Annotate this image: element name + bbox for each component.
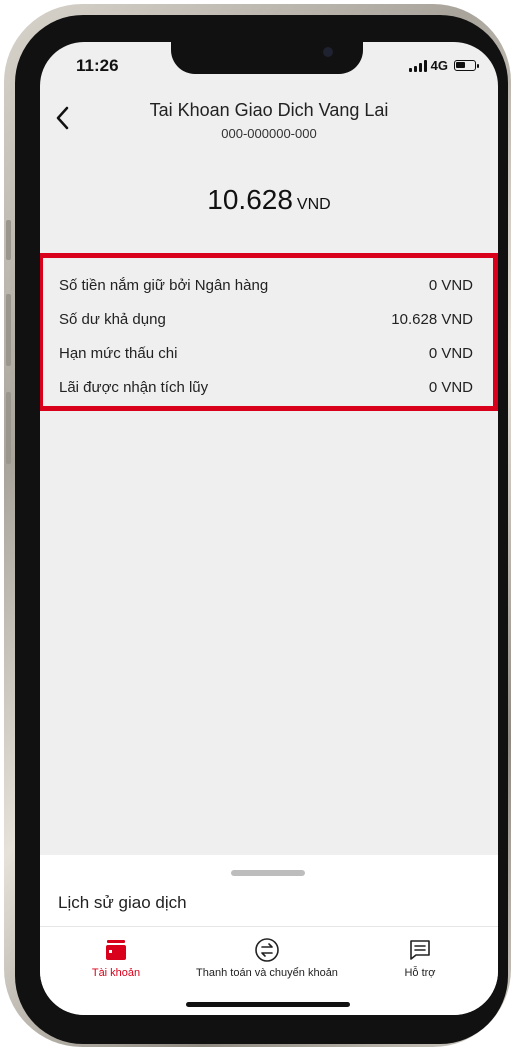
sheet-drag-handle[interactable] [231,870,305,876]
bottom-tab-bar: Tài khoản Thanh toán và chuyển khoản Hỗ … [40,927,498,987]
status-indicators: 4G [408,58,479,73]
signal-icon [408,59,427,72]
detail-label: Lãi được nhận tích lũy [59,378,209,396]
notch [171,42,363,74]
detail-row: Số tiền nắm giữ bởi Ngân hàng 0 VND [59,274,473,296]
detail-row: Lãi được nhận tích lũy 0 VND [59,376,473,398]
transaction-history-title[interactable]: Lịch sử giao dịch [58,893,187,913]
tab-support[interactable]: Hỗ trợ [378,927,462,987]
transaction-history-sheet[interactable]: Lịch sử giao dịch Tài khoản Thanh toán v… [40,855,498,1015]
detail-value: 0 VND [428,344,473,362]
chat-icon [408,935,432,965]
transfer-icon [254,935,280,965]
page-title: Tai Khoan Giao Dich Vang Lai [149,100,389,120]
account-number: 000-000000-000 [221,126,317,141]
tab-accounts-label: Tài khoản [91,967,141,979]
detail-label: Số tiền nắm giữ bởi Ngân hàng [59,276,269,294]
balance-display: 10.628 VND [40,184,498,216]
tab-support-label: Hỗ trợ [404,967,436,979]
network-type: 4G [430,58,448,73]
detail-value: 10.628 VND [391,310,473,328]
camera-icon [323,47,333,57]
detail-label: Hạn mức thấu chi [59,344,178,362]
detail-value: 0 VND [428,276,473,294]
account-details-box: Số tiền nắm giữ bởi Ngân hàng 0 VND Số d… [40,253,498,411]
app-screen: 11:26 4G Tai Khoan Giao Dich Vang Lai 00… [40,42,498,1015]
volume-up-button [6,294,11,366]
status-time: 11:26 [76,56,119,75]
tab-payments-transfers-label: Thanh toán và chuyển khoản [196,967,338,979]
balance-amount: 10.628 [207,184,293,215]
detail-row: Số dư khả dụng 10.628 VND [59,308,473,330]
wallet-icon [104,935,128,965]
tab-payments-transfers[interactable]: Thanh toán và chuyển khoản [192,927,342,987]
volume-down-button [6,392,11,464]
detail-row: Hạn mức thấu chi 0 VND [59,342,473,364]
detail-value: 0 VND [428,378,473,396]
status-bar: 11:26 4G [40,42,498,92]
tab-accounts[interactable]: Tài khoản [70,927,162,987]
battery-level [456,62,465,68]
mute-switch [6,220,11,260]
battery-icon [454,60,479,71]
balance-currency: VND [296,196,331,213]
home-indicator[interactable] [186,1002,350,1007]
detail-label: Số dư khả dụng [59,310,166,328]
